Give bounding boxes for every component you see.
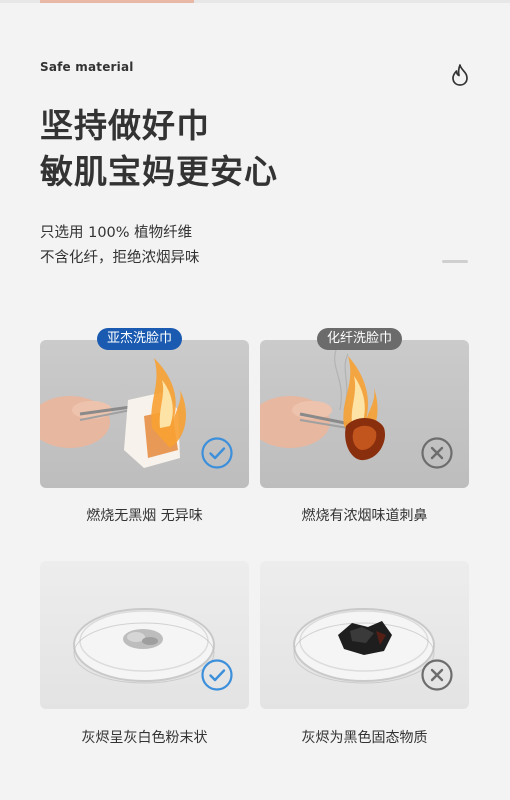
cross-circle-icon xyxy=(421,437,453,469)
decorative-dash xyxy=(442,260,468,263)
subtitle-line-2: 不含化纤，拒绝浓烟异味 xyxy=(40,250,200,266)
flame-icon xyxy=(452,64,468,86)
natural-ash-caption: 灰烬呈灰白色粉末状 xyxy=(81,730,208,746)
synthetic-burn-caption: 燃烧有浓烟味道刺鼻 xyxy=(301,508,428,524)
subtitle-line-1: 只选用 100% 植物纤维 xyxy=(40,225,193,241)
check-circle-icon xyxy=(201,659,233,691)
check-circle-icon xyxy=(201,437,233,469)
top-accent-bar xyxy=(40,0,194,3)
synthetic-towel-ash-photo xyxy=(260,561,469,709)
synthetic-towel-burn-photo xyxy=(260,340,469,488)
natural-towel-burn-photo xyxy=(40,340,249,488)
cross-circle-icon xyxy=(421,659,453,691)
synthetic-ash-caption: 灰烬为黑色固态物质 xyxy=(301,730,428,746)
natural-towel-label: 亚杰洗脸巾 xyxy=(97,328,183,350)
section-tag: Safe material xyxy=(40,60,134,74)
natural-towel-ash-photo xyxy=(40,561,249,709)
page-title-line-1: 坚持做好巾 xyxy=(40,106,210,145)
synthetic-towel-label: 化纤洗脸巾 xyxy=(317,328,403,350)
top-divider xyxy=(0,0,510,3)
page-title-line-2: 敏肌宝妈更安心 xyxy=(40,152,278,191)
natural-burn-caption: 燃烧无黑烟 无异味 xyxy=(86,508,203,524)
